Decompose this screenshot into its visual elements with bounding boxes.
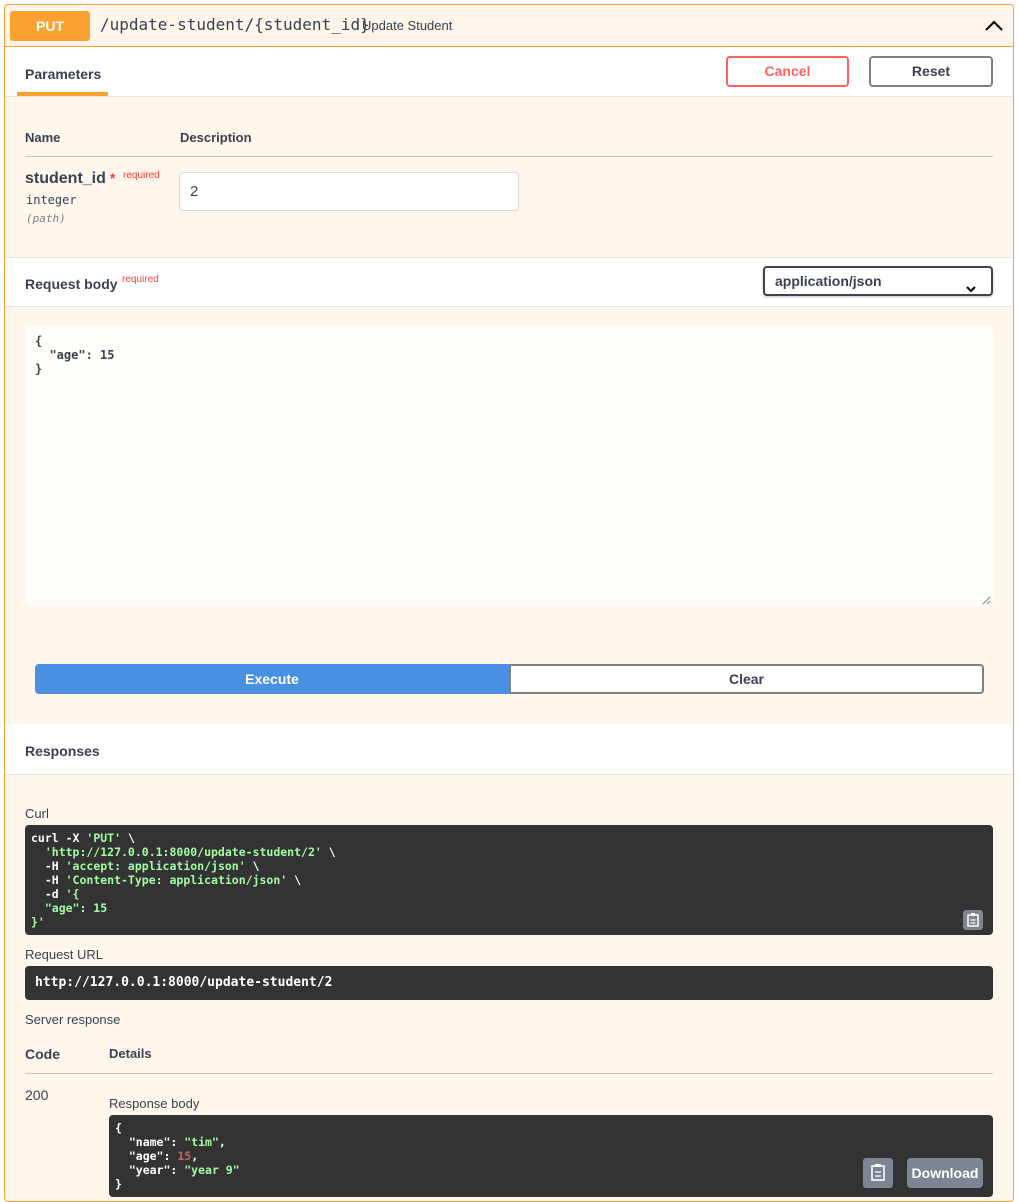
required-star: * (109, 170, 116, 186)
json-line: "age": 15, (115, 1149, 199, 1163)
responses-title: Responses (25, 743, 100, 759)
json-line: { (35, 334, 43, 348)
server-response-label: Server response (25, 1012, 121, 1027)
curl-line: "age": 15 (31, 901, 108, 915)
request-body-title: Request body (25, 276, 118, 292)
active-tab-indicator (17, 92, 108, 96)
http-method-badge: PUT (10, 11, 90, 41)
response-body-label: Response body (109, 1096, 200, 1111)
execute-actions: Execute Clear (35, 664, 984, 694)
json-line: { (115, 1121, 122, 1135)
column-header-name: Name (25, 130, 61, 145)
resize-handle-icon[interactable] (981, 594, 991, 605)
operation-summary-bar[interactable]: PUT /update-student/{student_id} Update … (5, 5, 1013, 47)
json-line: "year": "year 9" (115, 1163, 240, 1177)
clipboard-icon[interactable] (863, 1158, 893, 1188)
chevron-up-icon[interactable] (981, 13, 1007, 39)
column-header-description: Description (180, 130, 252, 145)
param-required-label: required (123, 170, 160, 181)
cancel-button[interactable]: Cancel (726, 56, 849, 87)
chevron-down-icon (965, 276, 977, 302)
request-url-value: http://127.0.0.1:8000/update-student/2 (25, 966, 993, 1000)
param-name: student_id * (25, 170, 116, 187)
json-line: } (35, 362, 43, 376)
clipboard-icon[interactable] (963, 910, 983, 930)
request-body-required-label: required (122, 274, 159, 285)
parameters-header: Parameters Cancel Reset (5, 47, 1013, 97)
curl-line: curl -X 'PUT' \ (31, 831, 135, 845)
clear-button[interactable]: Clear (509, 664, 984, 694)
curl-line: }' (31, 915, 45, 929)
operation-summary: Update Student (362, 18, 453, 33)
column-header-code: Code (25, 1046, 60, 1062)
reset-button[interactable]: Reset (869, 56, 993, 87)
execute-button[interactable]: Execute (35, 664, 509, 694)
param-type: integer (26, 193, 77, 207)
curl-label: Curl (25, 806, 49, 821)
request-url-label: Request URL (25, 947, 104, 962)
response-table-divider (25, 1073, 993, 1074)
json-line: "age": 15 (35, 348, 115, 362)
curl-line: -H 'accept: application/json' \ (31, 859, 260, 873)
download-button[interactable]: Download (907, 1158, 983, 1188)
curl-line: -H 'Content-Type: application/json' \ (31, 873, 302, 887)
curl-line: 'http://127.0.0.1:8000/update-student/2'… (31, 845, 336, 859)
content-type-value: application/json (775, 273, 882, 289)
response-code: 200 (25, 1087, 49, 1103)
response-body-block: { "name": "tim", "age": 15, "year": "yea… (109, 1115, 993, 1197)
put-operation-block: PUT /update-student/{student_id} Update … (4, 4, 1014, 1202)
json-line: "name": "tim", (115, 1135, 226, 1149)
curl-line: -d '{ (31, 887, 80, 901)
param-location: (path) (26, 212, 66, 225)
curl-command-block: curl -X 'PUT' \ 'http://127.0.0.1:8000/u… (25, 825, 993, 935)
responses-header: Responses (5, 724, 1013, 775)
content-type-select[interactable]: application/json (763, 266, 993, 296)
student-id-input[interactable]: 2 (179, 172, 519, 211)
operation-path: /update-student/{student_id} (100, 15, 370, 34)
table-divider (25, 156, 993, 157)
column-header-details: Details (109, 1046, 152, 1061)
json-line: } (115, 1177, 122, 1191)
parameters-tab[interactable]: Parameters (25, 66, 101, 82)
request-body-editor[interactable]: { "age": 15} (25, 326, 993, 606)
